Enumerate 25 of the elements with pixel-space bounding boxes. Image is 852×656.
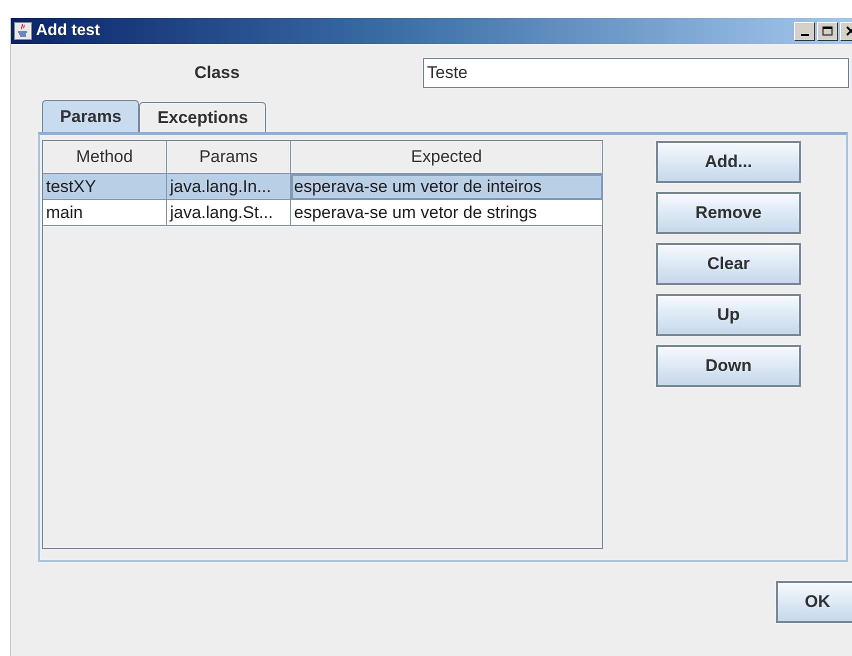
table-row[interactable]: testXY java.lang.In... esperava-se um vetor de inteiros	[43, 174, 602, 200]
ok-button[interactable]: OK	[776, 581, 852, 623]
action-button[interactable]: Remove	[656, 192, 801, 234]
class-field[interactable]: Teste	[423, 58, 849, 88]
column-header[interactable]: Expected	[291, 141, 603, 174]
table-row[interactable]: main java.lang.St... esperava-se um vetor de strings	[43, 200, 602, 226]
maximize-icon	[822, 26, 833, 36]
action-button[interactable]: Add...	[656, 141, 801, 183]
action-button[interactable]: Up	[656, 294, 801, 336]
tab[interactable]: Params	[42, 100, 140, 132]
table-cell[interactable]: esperava-se um vetor de inteiros	[291, 174, 603, 200]
minimize-button[interactable]	[794, 22, 815, 40]
tab[interactable]: Exceptions	[139, 102, 266, 132]
minimize-icon	[800, 34, 808, 36]
column-header[interactable]: Method	[43, 141, 167, 174]
column-header[interactable]: Params	[167, 141, 291, 174]
maximize-button[interactable]	[817, 22, 838, 40]
table-cell[interactable]: main	[43, 200, 167, 226]
class-label: Class	[193, 63, 241, 83]
action-button[interactable]: Down	[656, 345, 801, 387]
table-cell[interactable]: esperava-se um vetor de strings	[291, 200, 603, 226]
window-title: Add test	[36, 22, 101, 40]
action-button[interactable]: Clear	[656, 243, 801, 285]
coffee-cup-icon	[14, 22, 32, 40]
table-cell[interactable]: java.lang.St...	[167, 200, 291, 226]
